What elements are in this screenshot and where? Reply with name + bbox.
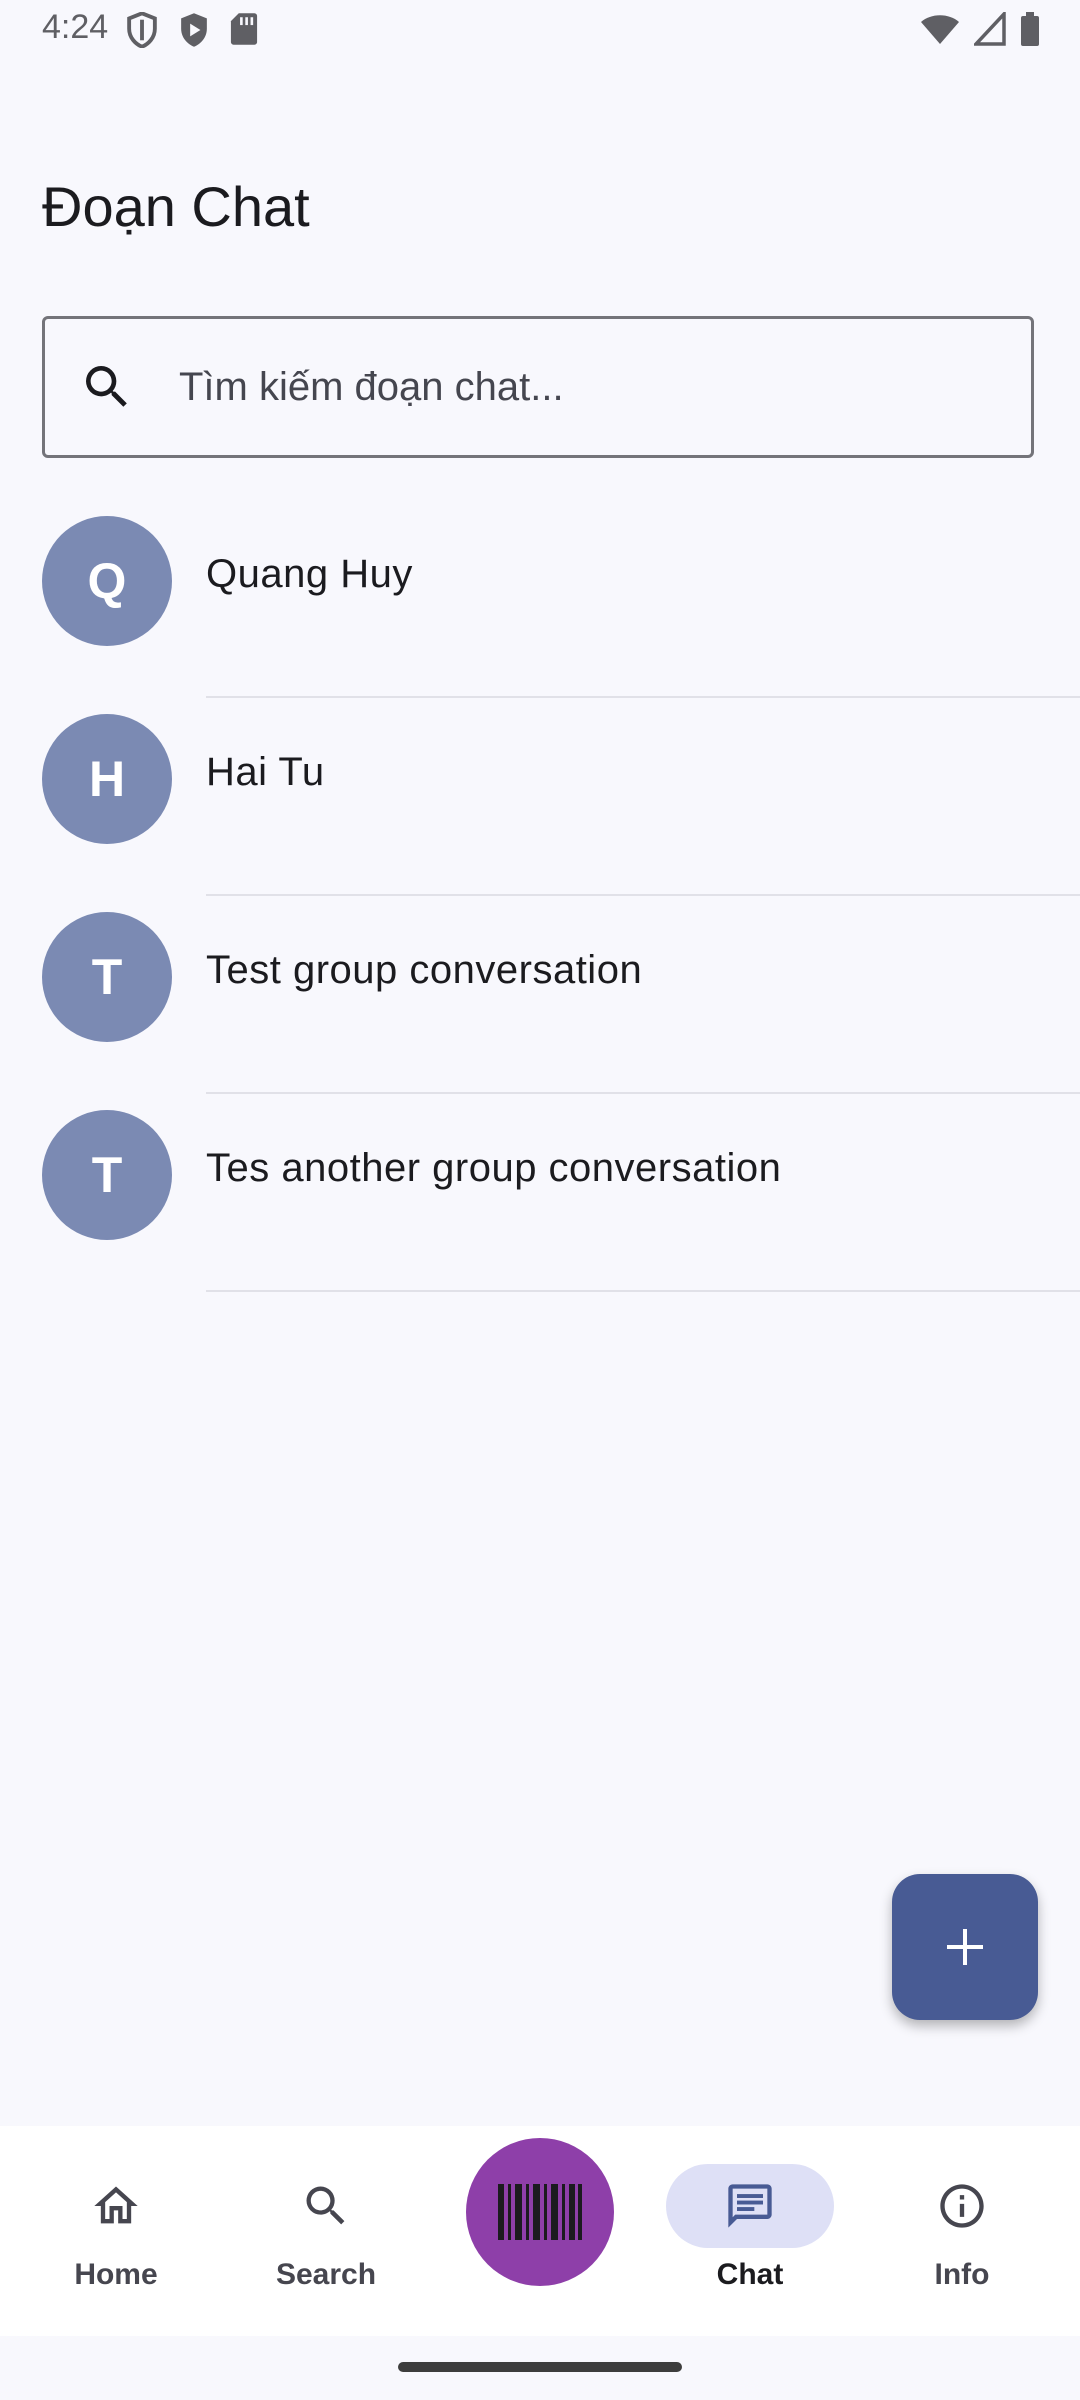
nav-item-chat[interactable]: Chat [650,2126,850,2336]
chat-list-item[interactable]: T Tes another group conversation [0,1094,1080,1292]
barcode-icon [498,2184,582,2240]
nav-icon-container [242,2164,410,2248]
new-chat-button[interactable] [892,1874,1038,2020]
sd-card-icon [230,13,258,45]
chat-list: Q Quang Huy H Hai Tu T Test group conver… [0,500,1080,1292]
nav-label-info: Info [934,2258,990,2291]
chat-icon [728,2184,772,2228]
chat-list-item[interactable]: Q Quang Huy [0,500,1080,698]
avatar: T [42,1110,172,1240]
search-icon [86,366,127,407]
search-input[interactable] [177,341,1001,433]
chat-name: Tes another group conversation [206,1146,782,1190]
status-bar: 4:24 [0,0,1080,64]
home-icon [94,2186,138,2224]
scan-barcode-button[interactable] [466,2138,614,2286]
nav-item-home[interactable]: Home [16,2126,216,2336]
nav-icon-container [878,2164,1046,2248]
gesture-handle [398,2362,682,2372]
chat-name: Hai Tu [206,750,325,794]
page-title: Đoạn Chat [42,175,310,238]
avatar: T [42,912,172,1042]
battery-icon [1021,12,1039,46]
avatar: H [42,714,172,844]
nav-item-info[interactable]: Info [862,2126,1062,2336]
signal-icon [974,12,1006,46]
chat-name: Test group conversation [206,948,643,992]
chat-name: Quang Huy [206,552,413,596]
nav-item-search[interactable]: Search [226,2126,426,2336]
nav-label-chat: Chat [716,2258,784,2291]
bottom-navigation: Home Search Chat Info [0,2126,1080,2336]
status-left-icons [126,12,258,48]
play-shield-icon [181,13,207,47]
chat-list-item[interactable]: T Test group conversation [0,896,1080,1094]
nav-icon-container [32,2164,200,2248]
nav-icon-container [666,2164,834,2248]
nav-label-home: Home [74,2258,158,2291]
nav-label-search: Search [275,2258,377,2291]
search-box[interactable] [42,316,1034,458]
status-right-icons [920,12,1040,46]
status-time: 4:24 [42,8,109,46]
info-icon [940,2184,984,2228]
chat-list-item[interactable]: H Hai Tu [0,698,1080,896]
divider [206,1290,1080,1292]
wifi-icon [921,15,959,44]
plus-icon [947,1929,983,1965]
shield-icon [127,12,157,48]
avatar: Q [42,516,172,646]
search-icon [306,2186,345,2225]
